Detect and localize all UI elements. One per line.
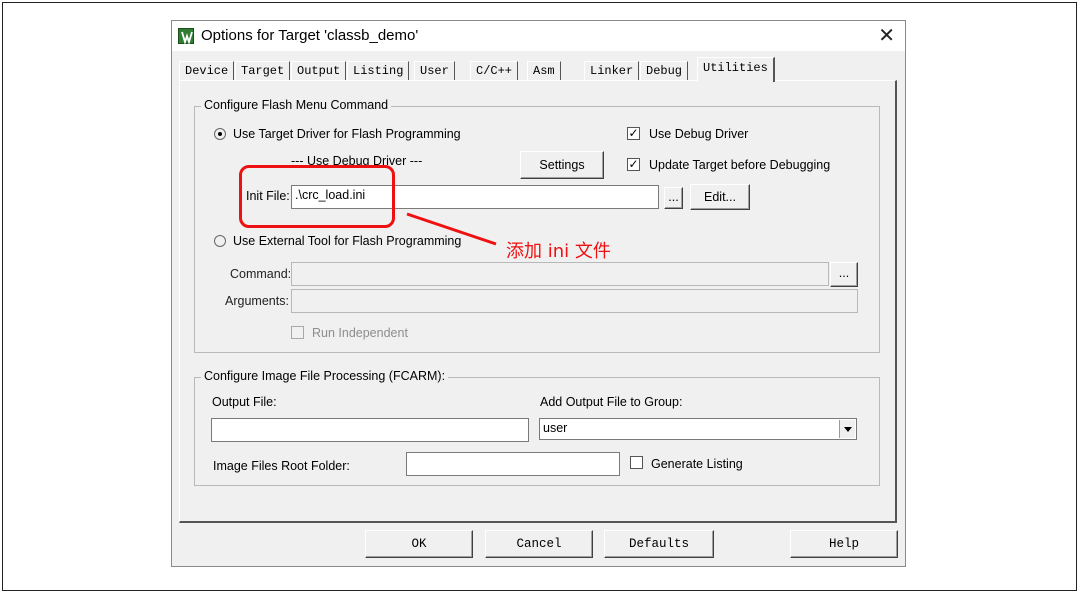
- tab-utilities[interactable]: Utilities: [697, 57, 775, 82]
- annotation-text: 添加 ini 文件: [506, 241, 611, 262]
- annotation-arrow: [406, 212, 497, 246]
